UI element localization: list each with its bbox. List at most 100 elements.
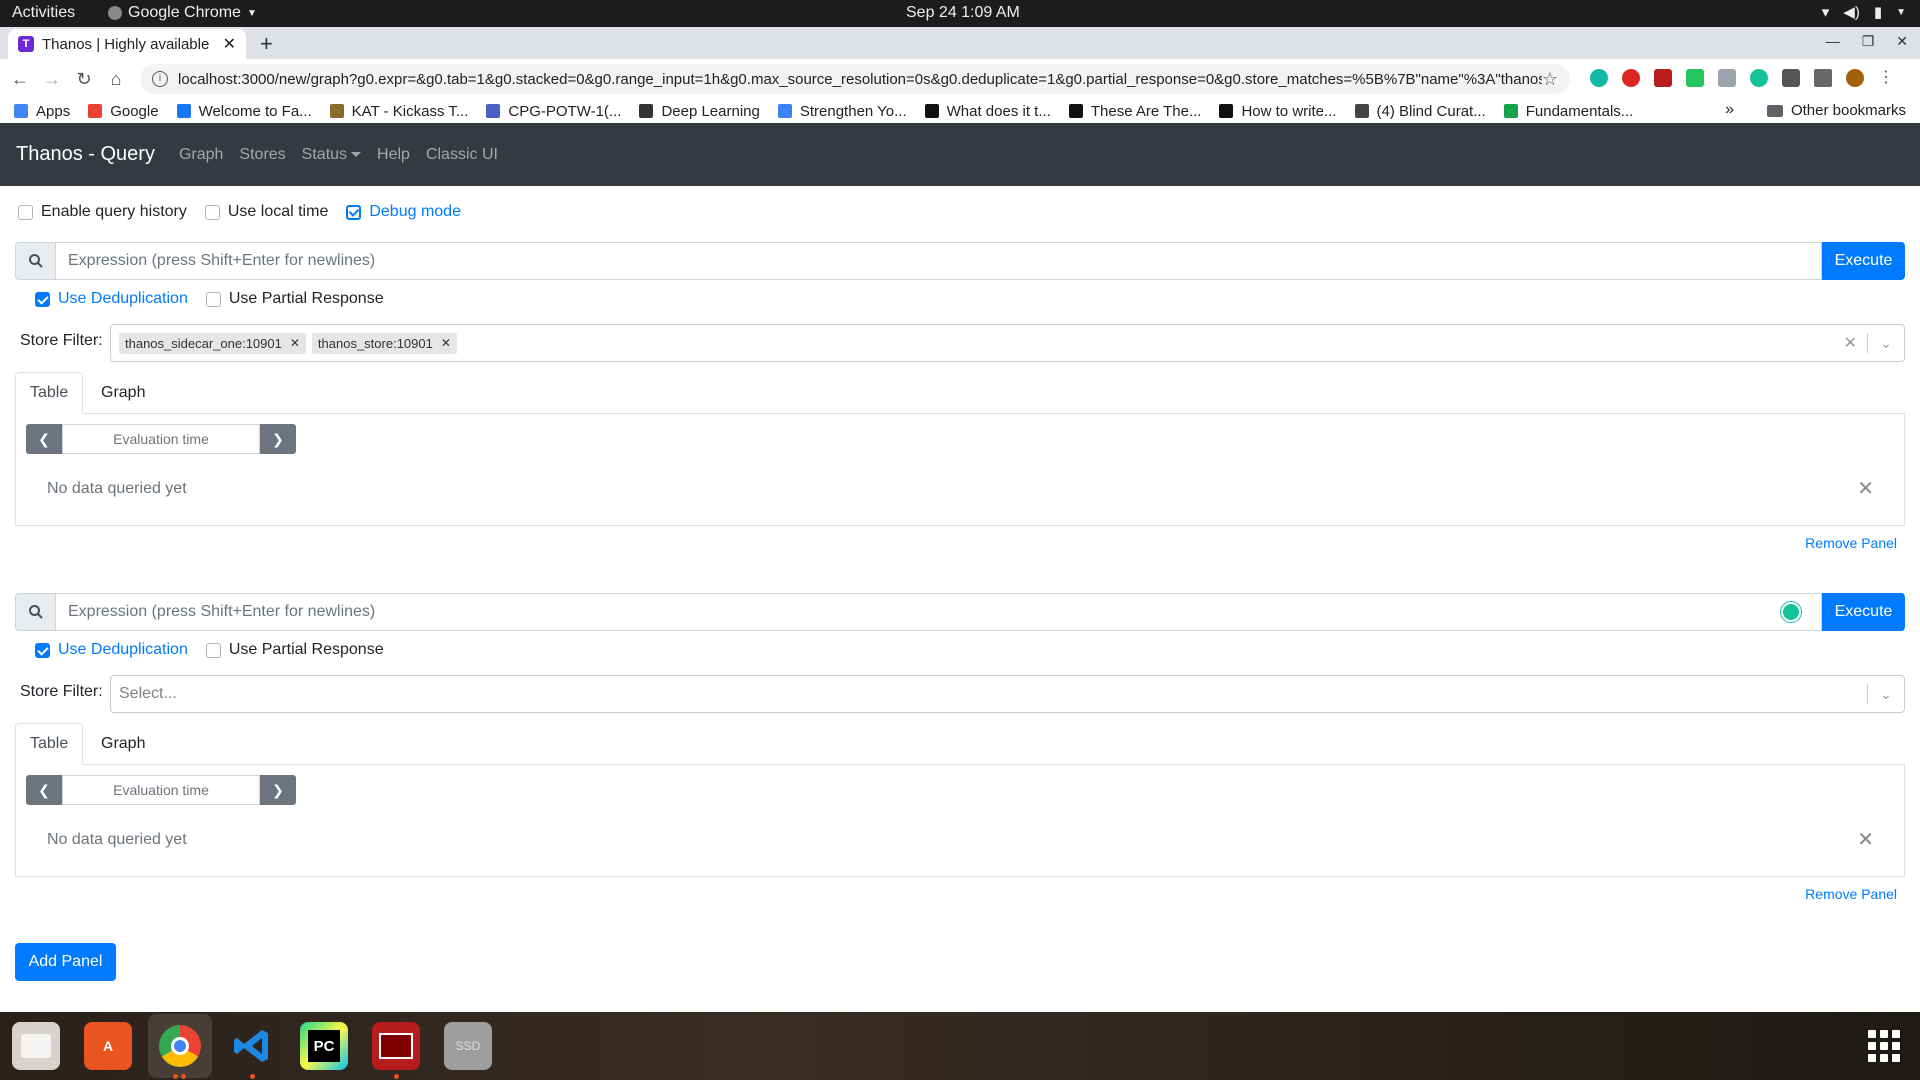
bookmark-item[interactable]: Google: [88, 103, 159, 120]
restore-icon[interactable]: ❐: [1862, 33, 1875, 50]
address-bar[interactable]: i localhost:3000/new/graph?g0.expr=&g0.t…: [140, 64, 1570, 94]
partial-response-toggle[interactable]: Use Partial Response: [205, 290, 384, 308]
bookmark-label: What does it t...: [946, 102, 1051, 120]
minimize-icon[interactable]: —: [1826, 33, 1840, 50]
debug-mode-checkbox[interactable]: [346, 204, 362, 220]
other-bookmarks[interactable]: Other bookmarks: [1766, 102, 1906, 119]
store-filter-select[interactable]: Select... ⌄: [110, 675, 1905, 713]
chevron-down-icon[interactable]: ⌄: [1868, 335, 1904, 352]
system-tray[interactable]: ▾ ◀) ▮ ▼: [1822, 3, 1906, 21]
deduplication-checkbox[interactable]: [35, 642, 50, 658]
chrome-logo-icon: [159, 1025, 201, 1067]
close-window-icon[interactable]: ✕: [1896, 33, 1908, 50]
bookmark-item[interactable]: KAT - Kickass T...: [329, 103, 468, 120]
bookmark-item[interactable]: Strengthen Yo...: [777, 103, 907, 120]
extension-icon[interactable]: [1590, 69, 1608, 87]
bookmark-item[interactable]: Apps: [14, 103, 70, 120]
evaluation-time-input[interactable]: Evaluation time: [62, 424, 260, 454]
remove-panel-link[interactable]: Remove Panel: [1805, 535, 1897, 551]
extension-icon[interactable]: [1686, 69, 1704, 87]
nav-status[interactable]: Status: [302, 146, 362, 164]
chevron-right-icon[interactable]: ❯: [260, 424, 296, 454]
extension-icon[interactable]: [1622, 69, 1640, 87]
bookmark-item[interactable]: How to write...: [1219, 103, 1337, 120]
local-time-checkbox[interactable]: [204, 204, 220, 220]
close-icon[interactable]: ✕: [1857, 827, 1874, 852]
vscode-icon[interactable]: [228, 1022, 276, 1070]
terminal-app-icon[interactable]: [372, 1022, 420, 1070]
chevron-left-icon[interactable]: ❮: [26, 775, 62, 805]
new-tab-button[interactable]: +: [260, 31, 273, 57]
extension-icon[interactable]: [1654, 69, 1672, 87]
chevron-down-icon[interactable]: ⌄: [1868, 686, 1904, 703]
back-icon[interactable]: ←: [8, 69, 32, 90]
more-bookmarks-icon[interactable]: »: [1725, 101, 1734, 119]
brand-title[interactable]: Thanos - Query: [16, 143, 155, 166]
chrome-menu-icon[interactable]: ⋮: [1878, 69, 1894, 87]
grammarly-icon[interactable]: [1781, 602, 1801, 622]
home-icon[interactable]: ⌂: [104, 69, 128, 90]
puzzle-icon[interactable]: [1782, 69, 1800, 87]
site-info-icon[interactable]: i: [152, 71, 168, 87]
expression-input[interactable]: Expression (press Shift+Enter for newlin…: [56, 593, 1822, 631]
software-center-icon[interactable]: A: [84, 1022, 132, 1070]
show-applications-icon[interactable]: [1868, 1030, 1900, 1062]
local-time-toggle[interactable]: Use local time: [204, 203, 328, 221]
bookmark-item[interactable]: CPG-POTW-1(...: [486, 103, 621, 120]
extension-icon[interactable]: [1718, 69, 1736, 87]
bookmark-item[interactable]: Deep Learning: [639, 103, 760, 120]
tab-graph[interactable]: Graph: [87, 723, 159, 765]
query-history-checkbox[interactable]: [18, 204, 33, 220]
ssd-drive-icon[interactable]: SSD: [444, 1022, 492, 1070]
browser-tab[interactable]: T Thanos | Highly available ✕: [8, 29, 246, 59]
clear-icon[interactable]: ✕: [1834, 333, 1867, 353]
partial-response-checkbox[interactable]: [205, 291, 221, 307]
bookmark-star-icon[interactable]: ☆: [1542, 69, 1558, 90]
tab-table[interactable]: Table: [15, 723, 84, 765]
nav-stores[interactable]: Stores: [239, 146, 285, 164]
bookmark-item[interactable]: Welcome to Fa...: [176, 103, 312, 120]
evaluation-time-input[interactable]: Evaluation time: [62, 775, 260, 805]
add-panel-button[interactable]: Add Panel: [15, 943, 116, 981]
execute-button[interactable]: Execute: [1822, 593, 1905, 631]
nav-graph[interactable]: Graph: [179, 146, 223, 164]
remove-panel-link[interactable]: Remove Panel: [1805, 886, 1897, 902]
chevron-left-icon[interactable]: ❮: [26, 424, 62, 454]
reload-icon[interactable]: ↻: [72, 69, 96, 90]
chrome-dock-icon[interactable]: [156, 1022, 204, 1070]
partial-response-checkbox[interactable]: [205, 642, 221, 658]
bookmark-item[interactable]: What does it t...: [924, 102, 1051, 120]
avatar[interactable]: [1846, 69, 1864, 87]
debug-mode-toggle[interactable]: Debug mode: [346, 203, 461, 221]
forward-icon[interactable]: →: [40, 69, 64, 90]
app-menu[interactable]: Google Chrome ▼: [108, 4, 257, 22]
activities-button[interactable]: Activities: [12, 4, 75, 22]
deduplication-label: Use Deduplication: [58, 641, 188, 658]
pycharm-icon[interactable]: PC: [300, 1022, 348, 1070]
bookmark-item[interactable]: (4) Blind Curat...: [1354, 103, 1486, 120]
clock[interactable]: Sep 24 1:09 AM: [906, 4, 1020, 22]
close-tab-icon[interactable]: ✕: [223, 34, 236, 54]
deduplication-checkbox[interactable]: [35, 291, 50, 307]
chevron-right-icon[interactable]: ❯: [260, 775, 296, 805]
partial-response-toggle[interactable]: Use Partial Response: [205, 641, 384, 659]
media-icon[interactable]: [1814, 69, 1832, 87]
nav-classic-ui[interactable]: Classic UI: [426, 146, 498, 164]
bookmark-item[interactable]: These Are The...: [1068, 103, 1201, 120]
grammarly-icon[interactable]: [1750, 69, 1768, 87]
files-icon[interactable]: [12, 1022, 60, 1070]
deduplication-toggle[interactable]: Use Deduplication: [35, 290, 188, 308]
store-filter-select[interactable]: thanos_sidecar_one:10901 ✕ thanos_store:1…: [110, 324, 1905, 362]
remove-chip-icon[interactable]: ✕: [441, 336, 451, 350]
expression-input[interactable]: Expression (press Shift+Enter for newlin…: [56, 242, 1822, 280]
query-history-toggle[interactable]: Enable query history: [18, 203, 187, 221]
nav-help[interactable]: Help: [377, 146, 410, 164]
store-filter-placeholder: Select...: [119, 685, 177, 702]
remove-chip-icon[interactable]: ✕: [290, 336, 300, 350]
tab-graph[interactable]: Graph: [87, 372, 159, 414]
close-icon[interactable]: ✕: [1857, 476, 1874, 501]
tab-table[interactable]: Table: [15, 372, 84, 414]
bookmark-item[interactable]: Fundamentals...: [1503, 103, 1633, 120]
execute-button[interactable]: Execute: [1822, 242, 1905, 280]
deduplication-toggle[interactable]: Use Deduplication: [35, 641, 188, 659]
